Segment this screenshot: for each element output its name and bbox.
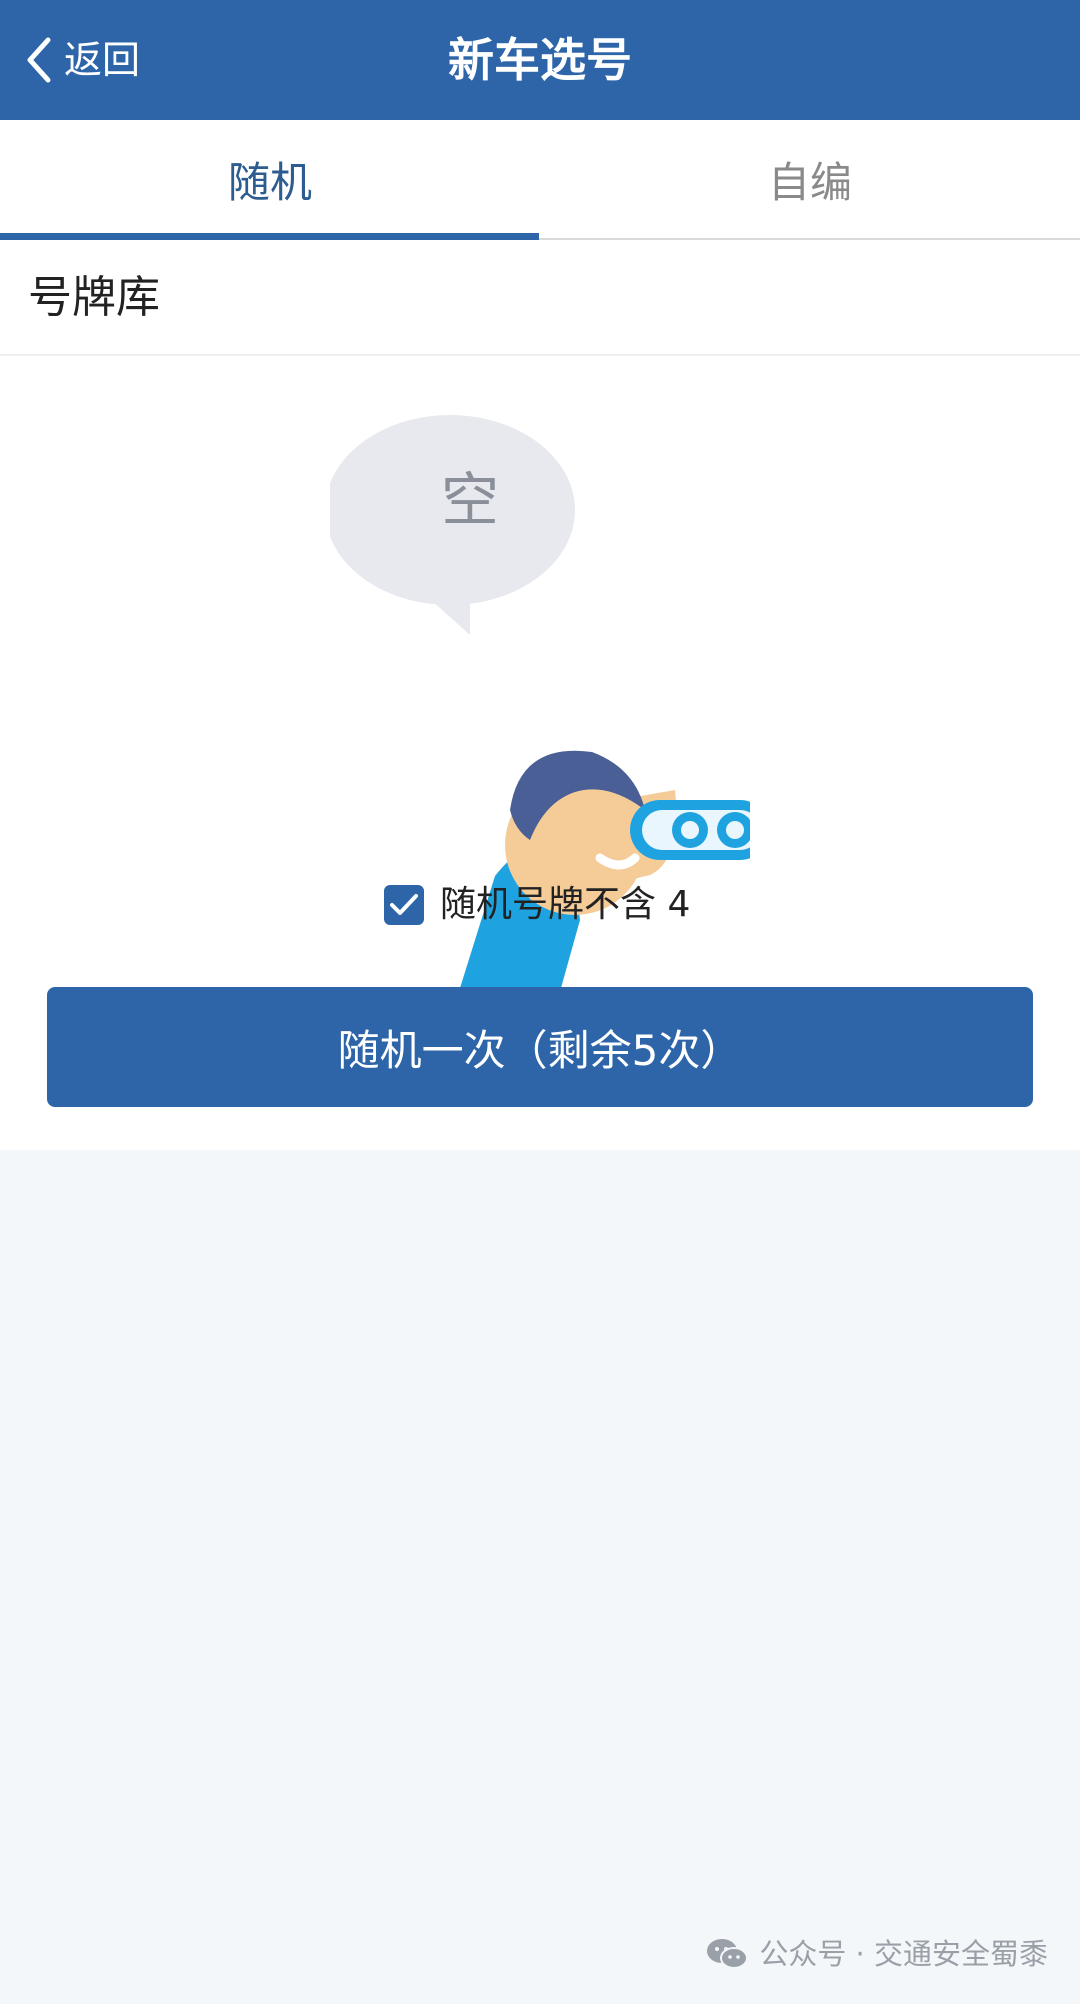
exclude-four-option[interactable]: 随机号牌不含 4 bbox=[384, 885, 690, 925]
wechat-icon bbox=[707, 1939, 749, 1969]
watermark-text: 公众号 · 交通安全蜀黍 bbox=[759, 1936, 1048, 1971]
speech-bubble-tail bbox=[420, 590, 470, 635]
tab-random[interactable]: 随机 bbox=[0, 120, 540, 238]
exclude-four-checkbox[interactable] bbox=[384, 885, 424, 925]
checkmark-icon bbox=[390, 894, 418, 915]
watermark: 公众号 · 交通安全蜀黍 bbox=[705, 1936, 1048, 1972]
section-divider bbox=[0, 354, 1080, 356]
tab-custom[interactable]: 自编 bbox=[540, 120, 1080, 238]
exclude-four-label: 随机号牌不含 4 bbox=[440, 884, 691, 925]
tab-bar: 随机 自编 bbox=[0, 120, 1080, 240]
empty-state-illustration: 空 bbox=[330, 415, 750, 1037]
page-title: 新车选号 bbox=[448, 33, 632, 87]
main-content: 号牌库 空 随机号牌不含 4 随机一次（剩余5次） bbox=[0, 240, 1080, 1150]
empty-label: 空 bbox=[441, 466, 499, 534]
active-tab-indicator bbox=[0, 233, 539, 240]
section-title: 号牌库 bbox=[28, 272, 160, 323]
random-once-button[interactable]: 随机一次（剩余5次） bbox=[47, 987, 1033, 1107]
app-header: 返回 新车选号 bbox=[0, 0, 1080, 120]
